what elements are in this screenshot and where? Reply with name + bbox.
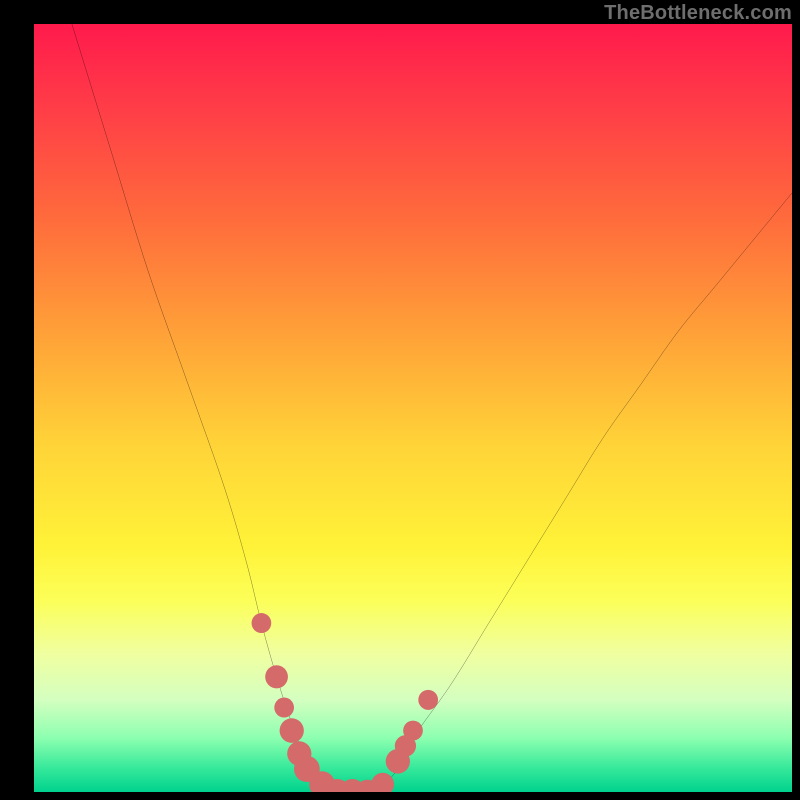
marker-dot (280, 718, 304, 743)
marker-dot (274, 698, 294, 718)
marker-group (252, 613, 438, 792)
chart-svg (34, 24, 792, 792)
marker-dot (403, 721, 423, 741)
marker-dot (265, 665, 288, 688)
bottleneck-curve (72, 24, 792, 792)
plot-area (34, 24, 792, 792)
marker-dot (418, 690, 438, 710)
marker-dot (371, 773, 394, 792)
marker-dot (252, 613, 272, 633)
watermark-text: TheBottleneck.com (604, 2, 792, 25)
chart-frame: TheBottleneck.com (0, 0, 800, 800)
